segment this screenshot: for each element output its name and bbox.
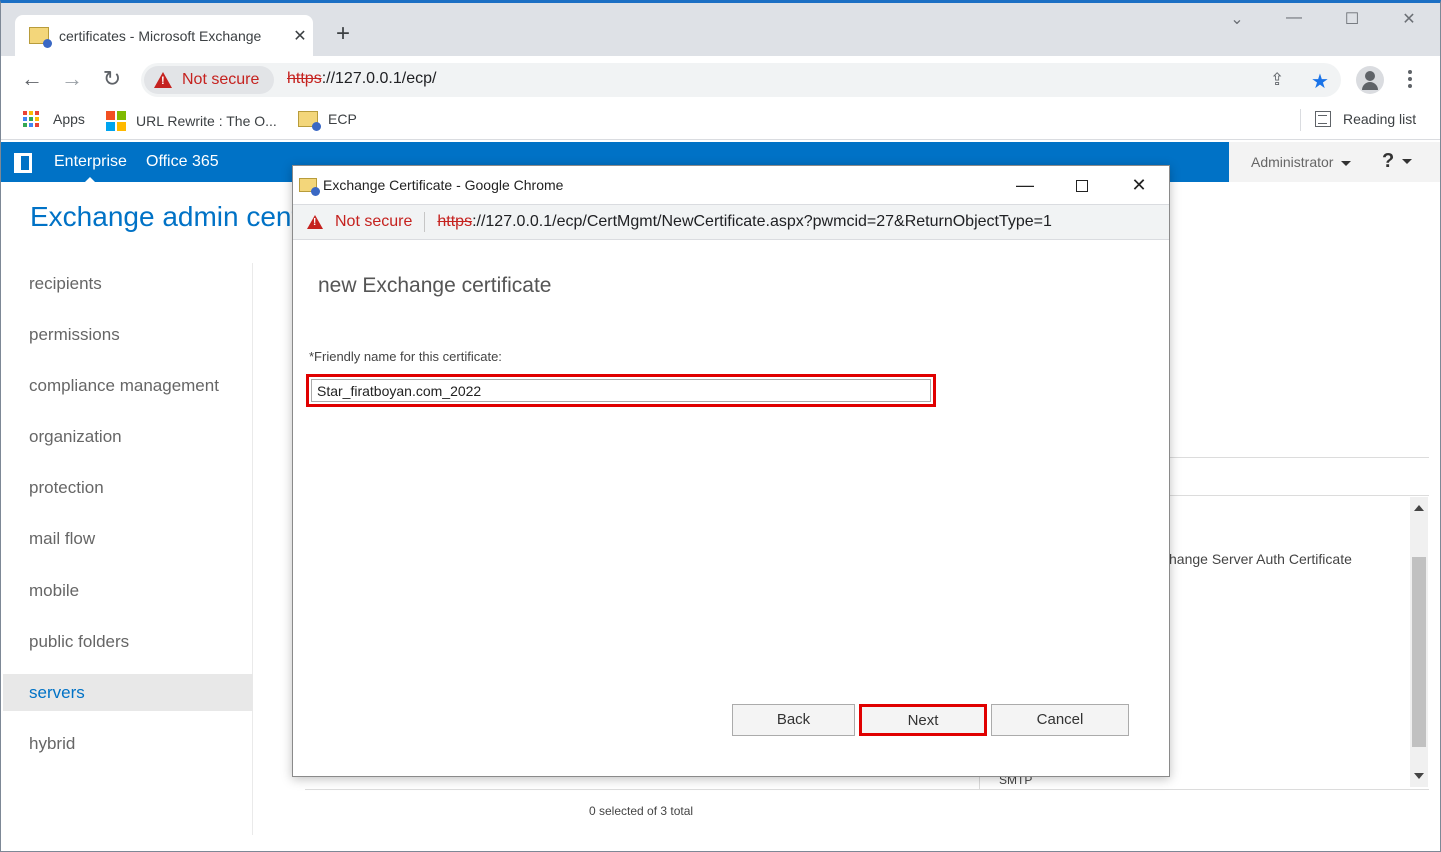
browser-window: certificates - Microsoft Exchange ✕ + ⌄ … [0, 0, 1441, 852]
nav-item-servers[interactable]: servers [3, 674, 253, 711]
nav-item-protection[interactable]: protection [3, 469, 253, 506]
close-window-icon[interactable]: ✕ [1389, 9, 1429, 29]
scroll-down-icon[interactable] [1414, 773, 1424, 779]
exchange-favicon-icon [299, 178, 320, 196]
bookmark-star-icon[interactable]: ★ [1311, 69, 1329, 94]
warning-icon [307, 215, 323, 229]
chevron-down-icon [1341, 160, 1352, 166]
reading-list-icon [1315, 111, 1331, 127]
reading-list-label: Reading list [1343, 111, 1417, 127]
exchange-favicon-icon [29, 27, 52, 48]
header-link-enterprise[interactable]: Enterprise [54, 153, 127, 183]
selection-status: 0 selected of 3 total [589, 804, 694, 818]
apps-grid-icon [23, 111, 39, 127]
scroll-up-icon[interactable] [1414, 505, 1424, 511]
browser-toolbar: ← → ↻ Not secure https://127.0.0.1/ecp/ … [1, 56, 1440, 102]
new-tab-button[interactable]: + [329, 20, 357, 48]
bookmark-apps[interactable]: Apps [23, 111, 85, 127]
tab-search-chevron-icon[interactable]: ⌄ [1217, 9, 1257, 29]
nav-item-mobile[interactable]: mobile [3, 572, 253, 609]
friendly-name-highlight [306, 374, 936, 407]
url-scheme: https [437, 213, 473, 230]
nav-item-organization[interactable]: organization [3, 418, 253, 455]
minimize-icon[interactable]: — [1274, 9, 1314, 27]
reading-list-button[interactable]: Reading list [1315, 111, 1416, 127]
reload-icon[interactable]: ↻ [97, 64, 127, 94]
nav-item-permissions[interactable]: permissions [3, 316, 253, 353]
nav-item-recipients[interactable]: recipients [3, 265, 253, 302]
bookmark-label: ECP [328, 111, 357, 127]
divider [305, 789, 1429, 790]
cancel-button[interactable]: Cancel [991, 704, 1129, 736]
nav-item-compliance-management[interactable]: compliance management [3, 367, 253, 404]
bookmarks-bar: Apps URL Rewrite : The O... ECP Reading … [1, 102, 1440, 140]
back-button[interactable]: Back [732, 704, 855, 736]
bookmark-ecp[interactable]: ECP [298, 111, 357, 131]
url-path: ://127.0.0.1/ecp/CertMgmt/NewCertificate… [472, 213, 1052, 230]
tab-strip: certificates - Microsoft Exchange ✕ + ⌄ … [1, 3, 1440, 56]
popup-url: https://127.0.0.1/ecp/CertMgmt/NewCertif… [437, 213, 1052, 231]
bookmark-label: URL Rewrite : The O... [136, 113, 277, 129]
friendly-name-input[interactable] [311, 379, 931, 402]
nav-item-public-folders[interactable]: public folders [3, 623, 253, 660]
security-chip[interactable]: Not secure [144, 66, 274, 94]
browser-tab[interactable]: certificates - Microsoft Exchange ✕ [15, 15, 313, 56]
security-label: Not secure [182, 71, 260, 88]
popup-titlebar: Exchange Certificate - Google Chrome — ✕ [293, 166, 1169, 204]
nav-item-hybrid[interactable]: hybrid [3, 725, 253, 762]
url-path: ://127.0.0.1/ecp/ [321, 70, 437, 87]
warning-icon [154, 72, 172, 88]
url-scheme: https [287, 70, 322, 87]
help-menu[interactable]: ? [1382, 150, 1413, 173]
bookmarks-divider [1300, 109, 1301, 131]
popup-security-label: Not secure [335, 213, 413, 230]
user-menu[interactable]: Administrator [1251, 154, 1352, 170]
dialog-heading: new Exchange certificate [318, 274, 552, 297]
exchange-mail-icon [298, 111, 321, 131]
maximize-icon[interactable]: ☐ [1332, 9, 1372, 29]
back-arrow-icon[interactable]: ← [17, 64, 47, 94]
certificate-list-item[interactable]: hange Server Auth Certificate [1169, 551, 1352, 567]
popup-minimize-icon[interactable]: — [1005, 172, 1045, 198]
profile-avatar-icon[interactable] [1356, 66, 1384, 94]
page-title: Exchange admin center [30, 201, 325, 232]
left-nav: recipients permissions compliance manage… [3, 263, 253, 835]
forward-arrow-icon[interactable]: → [57, 64, 87, 94]
browser-menu-icon[interactable] [1404, 70, 1416, 90]
divider [1169, 457, 1429, 458]
help-icon: ? [1382, 150, 1395, 172]
divider [1169, 495, 1429, 496]
user-name: Administrator [1251, 154, 1334, 170]
bookmark-label: Apps [53, 111, 85, 127]
popup-address-bar[interactable]: Not secure https://127.0.0.1/ecp/CertMgm… [293, 204, 1169, 240]
url-text[interactable]: https://127.0.0.1/ecp/ [287, 70, 436, 88]
nav-item-mail-flow[interactable]: mail flow [3, 520, 253, 557]
close-tab-icon[interactable]: ✕ [287, 26, 313, 46]
share-icon[interactable]: ⇪ [1270, 70, 1284, 90]
popup-maximize-icon[interactable] [1062, 172, 1102, 198]
tab-title: certificates - Microsoft Exchange [59, 27, 262, 44]
next-button[interactable]: Next [859, 704, 987, 736]
friendly-name-label: *Friendly name for this certificate: [309, 349, 502, 364]
list-scrollbar[interactable] [1410, 497, 1428, 787]
certificate-popup-window: Exchange Certificate - Google Chrome — ✕… [292, 165, 1170, 777]
divider [424, 212, 426, 232]
popup-close-icon[interactable]: ✕ [1119, 172, 1159, 198]
office-logo-icon [14, 153, 32, 173]
address-bar[interactable]: Not secure https://127.0.0.1/ecp/ ⇪ ★ [141, 63, 1341, 97]
bookmark-url-rewrite[interactable]: URL Rewrite : The O... [106, 111, 277, 131]
header-link-office365[interactable]: Office 365 [146, 153, 219, 171]
scroll-thumb[interactable] [1412, 557, 1426, 747]
microsoft-logo-icon [106, 111, 126, 131]
popup-window-title: Exchange Certificate - Google Chrome [323, 177, 564, 193]
chevron-down-icon [1402, 159, 1413, 165]
